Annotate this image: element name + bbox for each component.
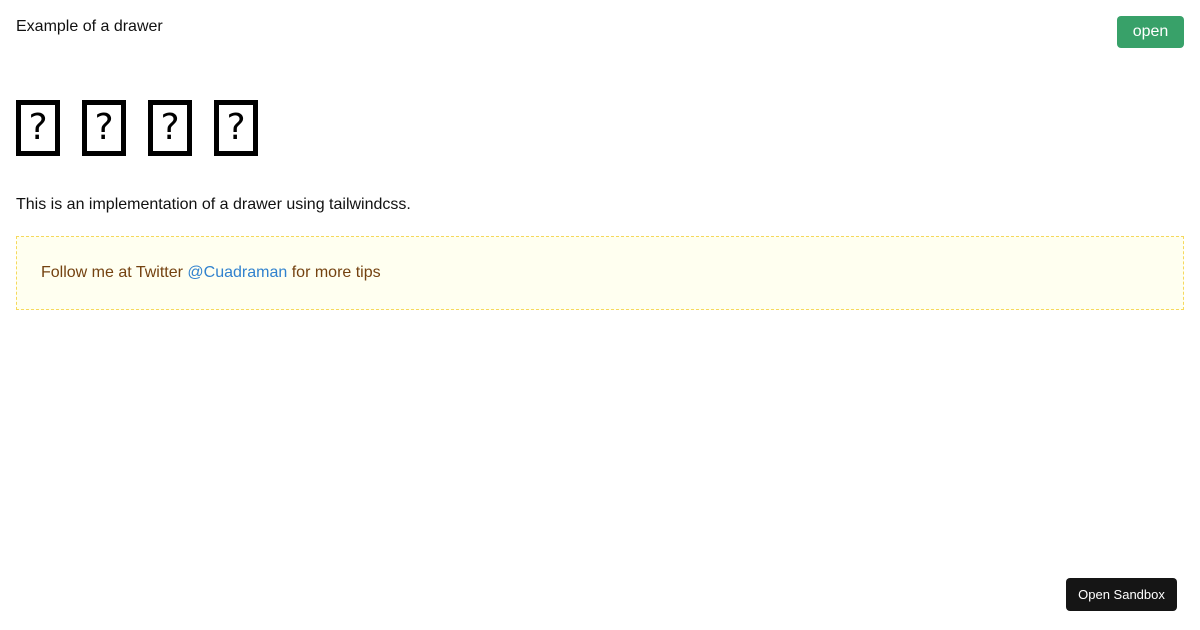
open-drawer-button[interactable]: open xyxy=(1117,16,1184,48)
missing-glyph-icon: ? xyxy=(16,100,60,156)
tip-prefix: Follow me at Twitter xyxy=(41,264,183,281)
missing-glyph-icon: ? xyxy=(82,100,126,156)
emoji-row: ? ? ? ? xyxy=(16,98,1184,160)
open-sandbox-button[interactable]: Open Sandbox xyxy=(1066,578,1177,611)
header: Example of a drawer open xyxy=(16,16,1184,64)
twitter-link[interactable]: @Cuadraman xyxy=(187,264,287,282)
tip-suffix: for more tips xyxy=(291,264,381,281)
description: This is an implementation of a drawer us… xyxy=(16,196,411,213)
missing-glyph-icon: ? xyxy=(214,100,258,156)
page-title: Example of a drawer xyxy=(16,18,163,35)
page: Example of a drawer open ? ? ? ? This is… xyxy=(0,0,1200,630)
missing-glyph-icon: ? xyxy=(148,100,192,156)
tip-callout: Follow me at Twitter @Cuadraman for more… xyxy=(16,236,1184,310)
